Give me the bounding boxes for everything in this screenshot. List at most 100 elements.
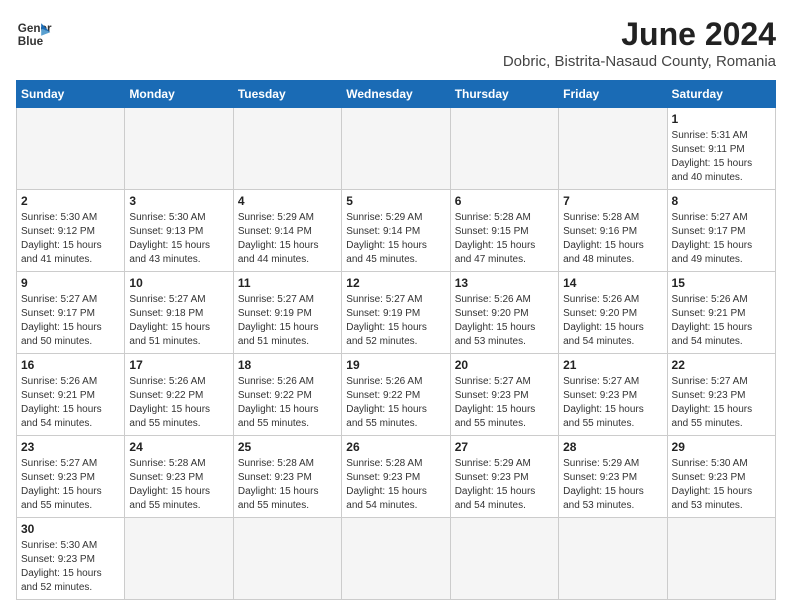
calendar-day-cell [667, 518, 775, 600]
day-info: Sunrise: 5:27 AMSunset: 9:18 PMDaylight:… [129, 293, 228, 349]
calendar-week-row: 23 Sunrise: 5:27 AMSunset: 9:23 PMDayligh… [17, 436, 776, 518]
day-number: 13 [455, 276, 554, 290]
day-info: Sunrise: 5:27 AMSunset: 9:19 PMDaylight:… [346, 293, 445, 349]
day-number: 28 [563, 440, 662, 454]
day-number: 2 [21, 194, 120, 208]
calendar-day-cell: 9Sunrise: 5:27 AMSunset: 9:17 PMDaylight… [17, 272, 125, 354]
day-info: Sunrise: 5:29 AMSunset: 9:14 PMDaylight:… [346, 211, 445, 267]
day-number: 17 [129, 358, 228, 372]
calendar-day-cell [450, 518, 558, 600]
calendar-day-cell: 3 Sunrise: 5:30 AMSunset: 9:13 PMDaylight… [125, 190, 233, 272]
weekday-header: Monday [125, 81, 233, 108]
calendar-day-cell: 12 Sunrise: 5:27 AMSunset: 9:19 PMDayligh… [342, 272, 450, 354]
calendar-day-cell [125, 108, 233, 190]
calendar-day-cell [233, 108, 341, 190]
day-info: Sunrise: 5:27 AMSunset: 9:23 PMDaylight:… [455, 375, 554, 431]
weekday-header: Saturday [667, 81, 775, 108]
day-number: 21 [563, 358, 662, 372]
calendar-day-cell: 28 Sunrise: 5:29 AMSunset: 9:23 PMDayligh… [559, 436, 667, 518]
calendar-day-cell [342, 518, 450, 600]
calendar-week-row: 30Sunrise: 5:30 AMSunset: 9:23 PMDayligh… [17, 518, 776, 600]
weekday-header: Wednesday [342, 81, 450, 108]
calendar-day-cell [17, 108, 125, 190]
calendar-day-cell: 21 Sunrise: 5:27 AMSunset: 9:23 PMDayligh… [559, 354, 667, 436]
day-info: Sunrise: 5:28 AMSunset: 9:23 PMDaylight:… [346, 457, 445, 513]
day-info: Sunrise: 5:30 AMSunset: 9:13 PMDaylight:… [129, 211, 228, 267]
day-number: 7 [563, 194, 662, 208]
calendar-day-cell: 5Sunrise: 5:29 AMSunset: 9:14 PMDaylight… [342, 190, 450, 272]
logo-icon: General Blue [16, 16, 52, 52]
calendar-day-cell: 17 Sunrise: 5:26 AMSunset: 9:22 PMDayligh… [125, 354, 233, 436]
weekday-header: Friday [559, 81, 667, 108]
calendar-week-row: 16 Sunrise: 5:26 AMSunset: 9:21 PMDayligh… [17, 354, 776, 436]
calendar-day-cell: 25 Sunrise: 5:28 AMSunset: 9:23 PMDayligh… [233, 436, 341, 518]
calendar-day-cell: 7Sunrise: 5:28 AMSunset: 9:16 PMDaylight… [559, 190, 667, 272]
day-number: 11 [238, 276, 337, 290]
calendar-day-cell: 2Sunrise: 5:30 AMSunset: 9:12 PMDaylight… [17, 190, 125, 272]
day-number: 14 [563, 276, 662, 290]
weekday-header: Thursday [450, 81, 558, 108]
calendar-day-cell: 11Sunrise: 5:27 AMSunset: 9:19 PMDayligh… [233, 272, 341, 354]
day-info: Sunrise: 5:27 AMSunset: 9:23 PMDaylight:… [672, 375, 771, 431]
day-number: 26 [346, 440, 445, 454]
day-info: Sunrise: 5:30 AMSunset: 9:23 PMDaylight:… [672, 457, 771, 513]
calendar-day-cell: 24Sunrise: 5:28 AMSunset: 9:23 PMDayligh… [125, 436, 233, 518]
calendar-week-row: 2Sunrise: 5:30 AMSunset: 9:12 PMDaylight… [17, 190, 776, 272]
day-number: 16 [21, 358, 120, 372]
day-number: 4 [238, 194, 337, 208]
day-info: Sunrise: 5:27 AMSunset: 9:23 PMDaylight:… [563, 375, 662, 431]
day-info: Sunrise: 5:29 AMSunset: 9:23 PMDaylight:… [563, 457, 662, 513]
logo: General Blue [16, 16, 52, 52]
calendar-week-row: 1 Sunrise: 5:31 AMSunset: 9:11 PMDaylight… [17, 108, 776, 190]
calendar-day-cell: 16 Sunrise: 5:26 AMSunset: 9:21 PMDayligh… [17, 354, 125, 436]
day-info: Sunrise: 5:26 AMSunset: 9:21 PMDaylight:… [672, 293, 771, 349]
day-number: 1 [672, 112, 771, 126]
day-info: Sunrise: 5:30 AMSunset: 9:23 PMDaylight:… [21, 539, 120, 595]
day-info: Sunrise: 5:27 AMSunset: 9:23 PMDaylight:… [21, 457, 120, 513]
day-info: Sunrise: 5:26 AMSunset: 9:22 PMDaylight:… [238, 375, 337, 431]
day-number: 29 [672, 440, 771, 454]
page-header: General Blue June 2024 Dobric, Bistrita-… [16, 16, 776, 70]
day-info: Sunrise: 5:28 AMSunset: 9:23 PMDaylight:… [238, 457, 337, 513]
month-year-title: June 2024 [503, 16, 776, 53]
day-info: Sunrise: 5:29 AMSunset: 9:23 PMDaylight:… [455, 457, 554, 513]
calendar-day-cell [342, 108, 450, 190]
calendar-day-cell: 6 Sunrise: 5:28 AMSunset: 9:15 PMDaylight… [450, 190, 558, 272]
day-number: 6 [455, 194, 554, 208]
calendar-day-cell [233, 518, 341, 600]
calendar-day-cell: 27Sunrise: 5:29 AMSunset: 9:23 PMDayligh… [450, 436, 558, 518]
day-number: 10 [129, 276, 228, 290]
calendar-day-cell: 13Sunrise: 5:26 AMSunset: 9:20 PMDayligh… [450, 272, 558, 354]
calendar-day-cell: 30Sunrise: 5:30 AMSunset: 9:23 PMDayligh… [17, 518, 125, 600]
calendar-header-row: SundayMondayTuesdayWednesdayThursdayFrid… [17, 81, 776, 108]
calendar-day-cell: 29 Sunrise: 5:30 AMSunset: 9:23 PMDayligh… [667, 436, 775, 518]
calendar-day-cell [125, 518, 233, 600]
day-number: 25 [238, 440, 337, 454]
calendar-day-cell: 14Sunrise: 5:26 AMSunset: 9:20 PMDayligh… [559, 272, 667, 354]
day-info: Sunrise: 5:28 AMSunset: 9:23 PMDaylight:… [129, 457, 228, 513]
calendar-day-cell: 22Sunrise: 5:27 AMSunset: 9:23 PMDayligh… [667, 354, 775, 436]
day-number: 9 [21, 276, 120, 290]
weekday-header: Tuesday [233, 81, 341, 108]
calendar-day-cell: 23 Sunrise: 5:27 AMSunset: 9:23 PMDayligh… [17, 436, 125, 518]
title-section: June 2024 Dobric, Bistrita-Nasaud County… [503, 16, 776, 70]
calendar-table: SundayMondayTuesdayWednesdayThursdayFrid… [16, 80, 776, 600]
day-info: Sunrise: 5:26 AMSunset: 9:22 PMDaylight:… [129, 375, 228, 431]
day-number: 8 [672, 194, 771, 208]
calendar-week-row: 9Sunrise: 5:27 AMSunset: 9:17 PMDaylight… [17, 272, 776, 354]
calendar-day-cell: 18Sunrise: 5:26 AMSunset: 9:22 PMDayligh… [233, 354, 341, 436]
weekday-header: Sunday [17, 81, 125, 108]
calendar-day-cell [559, 518, 667, 600]
day-number: 15 [672, 276, 771, 290]
calendar-day-cell: 26 Sunrise: 5:28 AMSunset: 9:23 PMDayligh… [342, 436, 450, 518]
day-number: 12 [346, 276, 445, 290]
day-number: 23 [21, 440, 120, 454]
day-info: Sunrise: 5:31 AMSunset: 9:11 PMDaylight:… [672, 129, 771, 185]
day-info: Sunrise: 5:26 AMSunset: 9:21 PMDaylight:… [21, 375, 120, 431]
svg-text:Blue: Blue [18, 35, 44, 48]
calendar-day-cell [559, 108, 667, 190]
day-info: Sunrise: 5:28 AMSunset: 9:15 PMDaylight:… [455, 211, 554, 267]
calendar-day-cell [450, 108, 558, 190]
calendar-day-cell: 10 Sunrise: 5:27 AMSunset: 9:18 PMDayligh… [125, 272, 233, 354]
day-number: 3 [129, 194, 228, 208]
